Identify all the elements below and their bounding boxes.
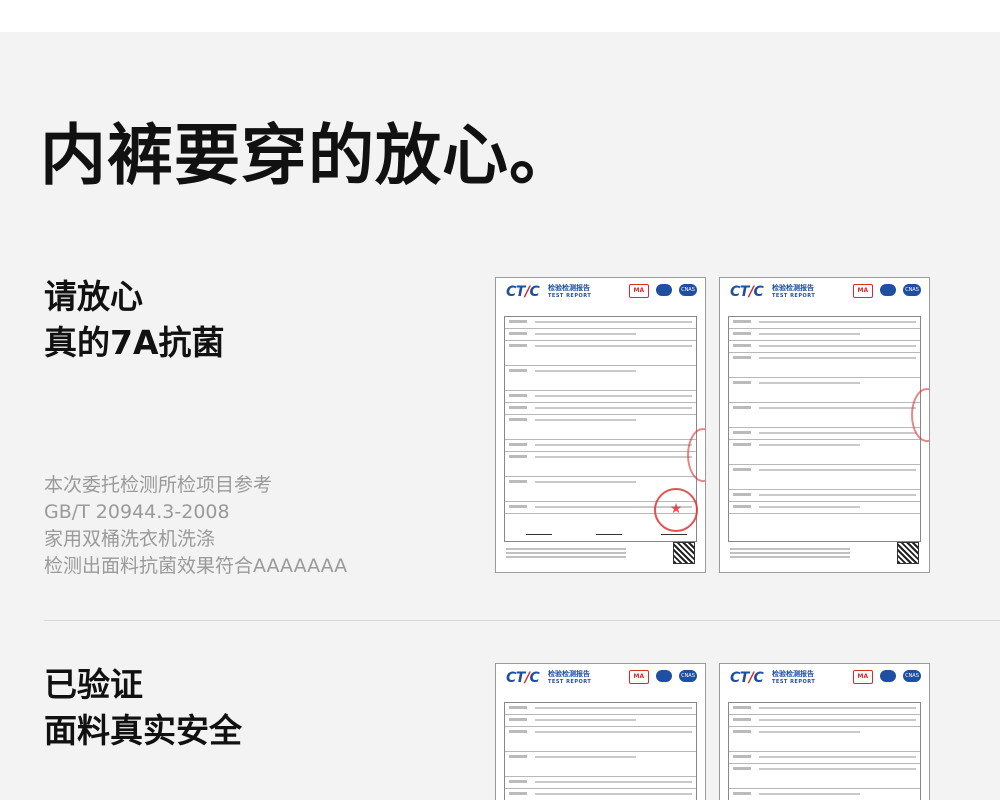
signature-icon xyxy=(661,528,687,535)
test-report-image-1: CT/C 检验检测报告 TEST REPORT MA CNAS ★ xyxy=(495,277,706,573)
cnas-badge-icon: CNAS xyxy=(903,284,921,296)
section1-title: 请放心 真的7A抗菌 xyxy=(44,274,225,366)
section1-title-line2: 真的7A抗菌 xyxy=(44,323,225,362)
certification-badges: MA CNAS xyxy=(851,284,921,298)
ctic-logo: CT/C xyxy=(730,670,764,686)
report-table xyxy=(728,702,921,800)
official-stamp-icon: ★ xyxy=(654,488,698,532)
ma-badge-icon: MA xyxy=(852,670,873,684)
report-table xyxy=(728,316,921,542)
ctic-logo: CT/C xyxy=(506,670,540,686)
report-title: 检验检测报告 TEST REPORT xyxy=(772,670,816,685)
report-footer xyxy=(730,542,919,564)
section-divider xyxy=(44,620,1000,621)
test-report-image-2: CT/C 检验检测报告 TEST REPORT MA CNAS xyxy=(719,277,930,573)
report-footer xyxy=(506,542,695,564)
ma-badge-icon: MA xyxy=(628,670,649,684)
ctic-logo: CT/C xyxy=(730,284,764,300)
section2-title-line1: 已验证 xyxy=(44,665,143,704)
test-report-image-4: CT/C 检验检测报告 TEST REPORT MA CNAS xyxy=(719,663,930,800)
page: 内裤要穿的放心。 请放心 真的7A抗菌 本次委托检测所检项目参考 GB/T 20… xyxy=(0,0,1000,800)
certification-badges: MA CNAS xyxy=(851,670,921,684)
test-report-image-3: CT/C 检验检测报告 TEST REPORT MA CNAS xyxy=(495,663,706,800)
ctic-logo: CT/C xyxy=(506,284,540,300)
top-bar xyxy=(0,0,1000,32)
cnas-badge-icon: CNAS xyxy=(903,670,921,682)
report-header: CT/C 检验检测报告 TEST REPORT MA CNAS xyxy=(496,664,705,694)
section2-title-line2: 面料真实安全 xyxy=(44,711,242,750)
cnas-badge-icon: CNAS xyxy=(679,284,697,296)
cnas-badge-icon: CNAS xyxy=(679,670,697,682)
report-header: CT/C 检验检测报告 TEST REPORT MA CNAS xyxy=(720,278,929,308)
signature-icon xyxy=(596,528,622,535)
page-headline: 内裤要穿的放心。 xyxy=(40,117,576,194)
certification-badges: MA CNAS xyxy=(627,670,697,684)
report-header: CT/C 检验检测报告 TEST REPORT MA CNAS xyxy=(496,278,705,308)
ilac-badge-icon xyxy=(879,670,896,682)
desc-line3: 家用双桶洗衣机洗涤 xyxy=(44,528,216,550)
ilac-badge-icon xyxy=(655,284,672,296)
report-title: 检验检测报告 TEST REPORT xyxy=(772,284,816,299)
qr-code-icon xyxy=(897,542,919,564)
section1-description: 本次委托检测所检项目参考 GB/T 20944.3-2008 家用双桶洗衣机洗涤… xyxy=(44,472,347,580)
report-table xyxy=(504,702,697,800)
section2-title: 已验证 面料真实安全 xyxy=(44,662,242,754)
certification-badges: MA CNAS xyxy=(627,284,697,298)
desc-line4: 检测出面料抗菌效果符合AAAAAAA xyxy=(44,555,348,577)
desc-line1: 本次委托检测所检项目参考 xyxy=(44,474,273,496)
section1-title-line1: 请放心 xyxy=(44,277,143,316)
report-header: CT/C 检验检测报告 TEST REPORT MA CNAS xyxy=(720,664,929,694)
signature-icon xyxy=(526,528,552,535)
ilac-badge-icon xyxy=(879,284,896,296)
ilac-badge-icon xyxy=(655,670,672,682)
report-title: 检验检测报告 TEST REPORT xyxy=(548,284,592,299)
desc-line2: GB/T 20944.3-2008 xyxy=(44,501,230,523)
report-title: 检验检测报告 TEST REPORT xyxy=(548,670,592,685)
ma-badge-icon: MA xyxy=(628,284,649,298)
ma-badge-icon: MA xyxy=(852,284,873,298)
qr-code-icon xyxy=(673,542,695,564)
